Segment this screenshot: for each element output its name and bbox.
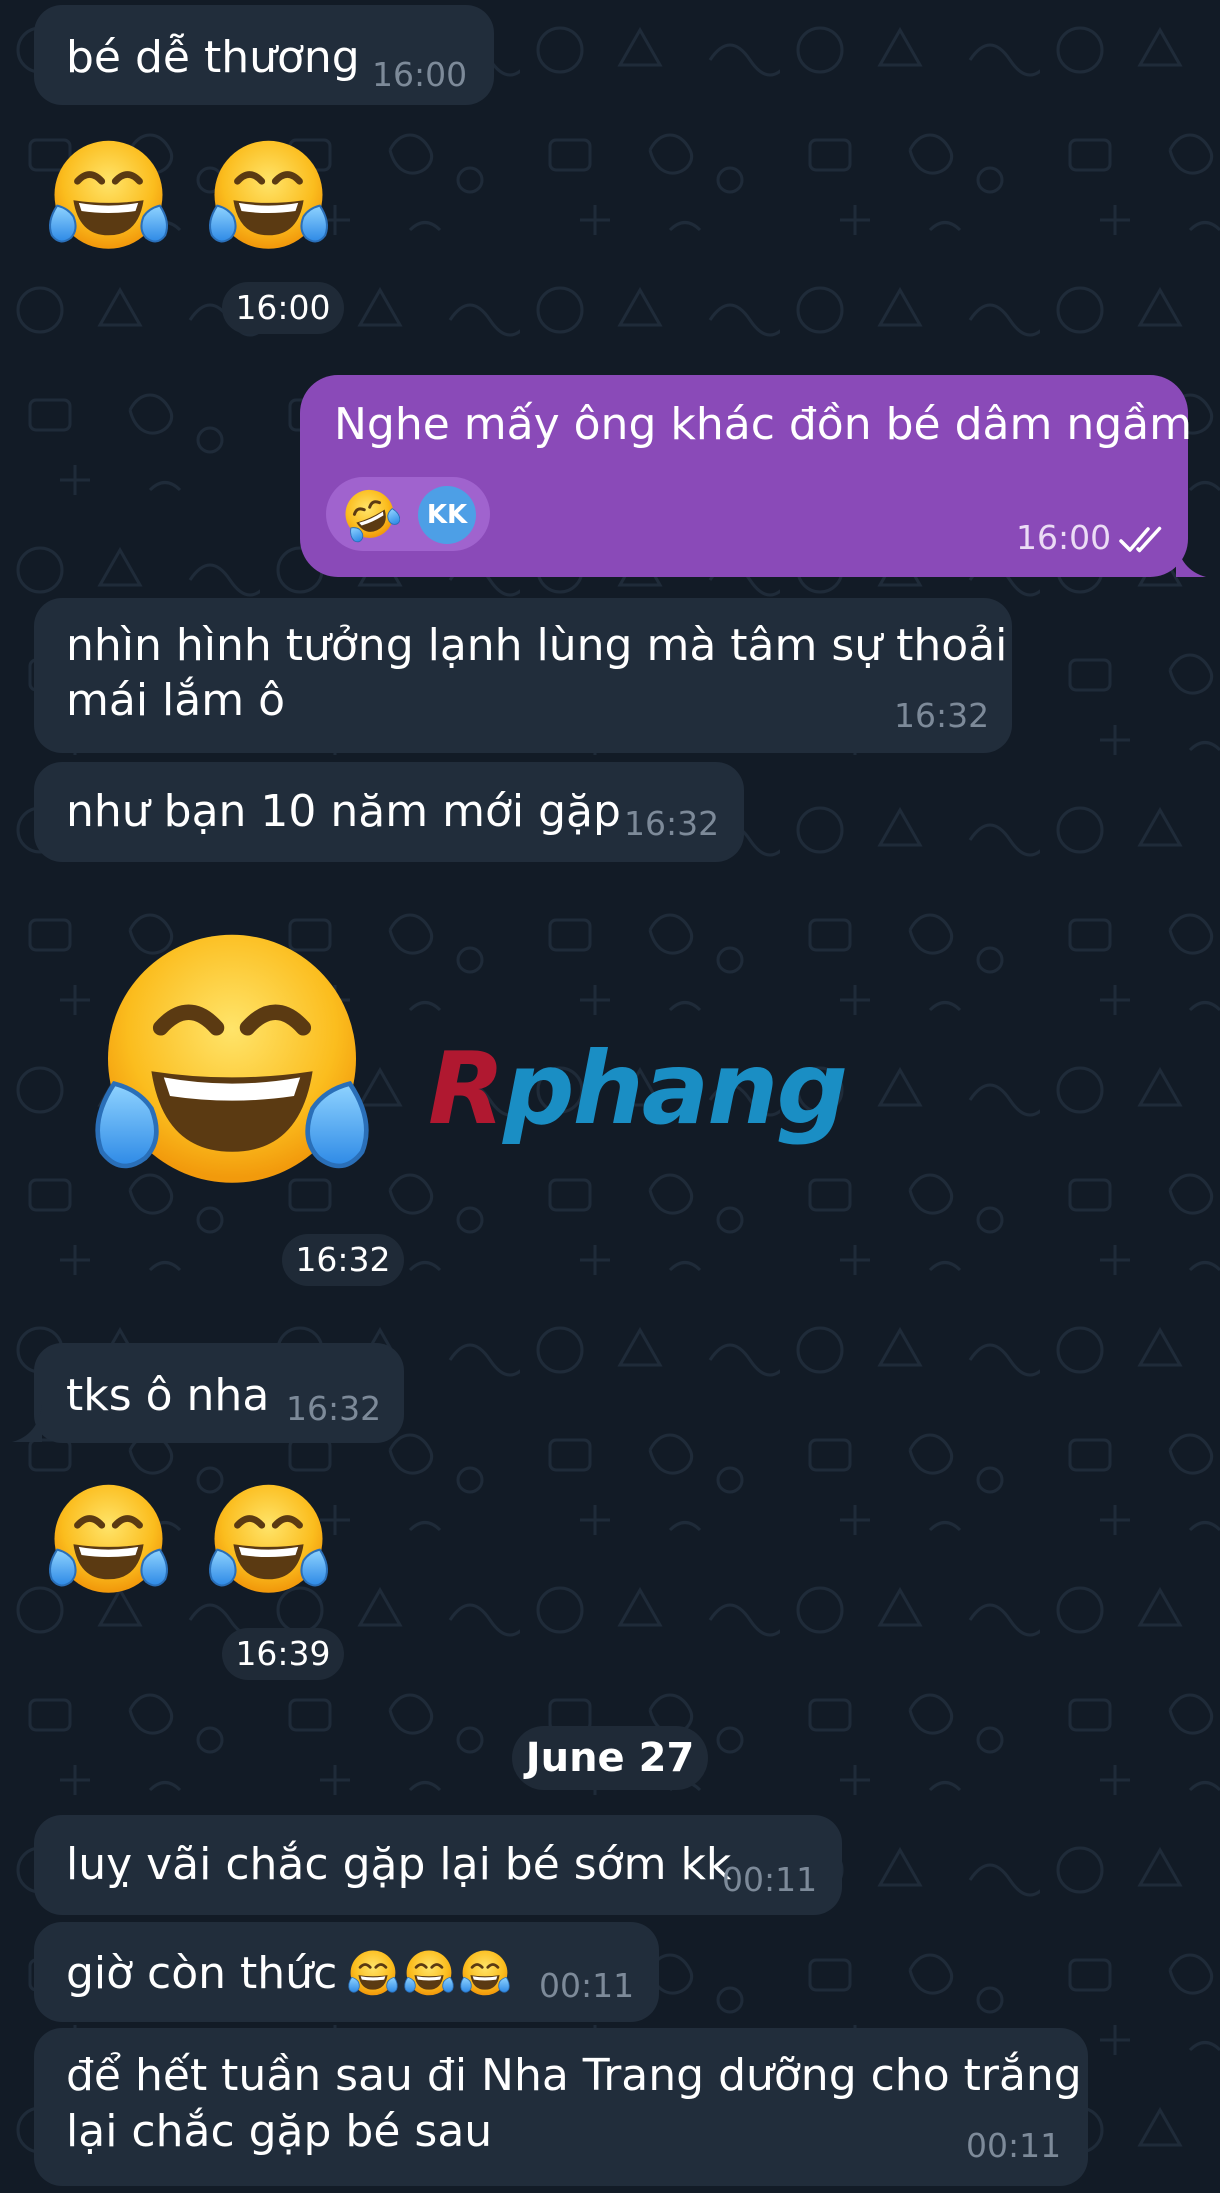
message-bubble-incoming[interactable]: luỵ vãi chắc gặp lại bé sớm kk 00:11 bbox=[34, 1815, 842, 1915]
message-time: 16:00 bbox=[1016, 518, 1112, 557]
message-text: giờ còn thức bbox=[66, 1948, 338, 1999]
message-time: 16:00 bbox=[222, 282, 344, 334]
message-bubble-incoming[interactable]: như bạn 10 năm mới gặp 16:32 bbox=[34, 762, 744, 862]
message-text-line: mái lắm ô bbox=[66, 675, 285, 726]
bubble-tail bbox=[1176, 540, 1206, 577]
message-bubble-incoming[interactable]: giờ còn thức 00:11 bbox=[34, 1922, 659, 2022]
message-bubble-incoming[interactable]: để hết tuần sau đi Nha Trang dưỡng cho t… bbox=[34, 2028, 1088, 2186]
message-text: luỵ vãi chắc gặp lại bé sớm kk bbox=[66, 1839, 732, 1890]
date-separator: June 27 bbox=[512, 1726, 708, 1790]
face-with-tears-of-joy-icon bbox=[403, 1949, 455, 1997]
face-with-tears-of-joy-icon bbox=[36, 130, 181, 265]
face-with-tears-of-joy-icon bbox=[459, 1949, 511, 1997]
message-text-line: nhìn hình tưởng lạnh lùng mà tâm sự thoả… bbox=[66, 620, 1008, 671]
message-time: 16:32 bbox=[624, 804, 720, 843]
message-time: 00:11 bbox=[966, 2126, 1062, 2165]
avatar: KK bbox=[418, 486, 476, 544]
message-text: bé dễ thương bbox=[66, 32, 360, 83]
bubble-tail bbox=[12, 1405, 42, 1442]
message-bubble-incoming[interactable]: bé dễ thương 16:00 bbox=[34, 5, 494, 105]
rolling-on-the-floor-laughing-icon bbox=[340, 485, 400, 545]
chat-area[interactable]: bé dễ thương 16:00 16:00 Nghe mấy ông kh… bbox=[0, 0, 1220, 2193]
watermark-logo: Rphang bbox=[428, 1030, 848, 1147]
message-bubble-incoming[interactable]: tks ô nha 16:32 bbox=[34, 1343, 404, 1443]
message-text: Nghe mấy ông khác đồn bé dâm ngầm bbox=[334, 399, 1192, 450]
message-text-line: để hết tuần sau đi Nha Trang dưỡng cho t… bbox=[66, 2050, 1082, 2101]
message-time: 00:11 bbox=[722, 1860, 818, 1899]
message-time: 16:32 bbox=[282, 1234, 404, 1286]
face-with-tears-of-joy-icon bbox=[196, 130, 341, 265]
message-text: tks ô nha bbox=[66, 1370, 270, 1421]
message-text-line: lại chắc gặp bé sau bbox=[66, 2106, 493, 2157]
message-bubble-incoming[interactable]: nhìn hình tưởng lạnh lùng mà tâm sự thoả… bbox=[34, 598, 1012, 753]
message-bubble-outgoing[interactable]: Nghe mấy ông khác đồn bé dâm ngầm KK 16:… bbox=[300, 375, 1192, 577]
message-time: 16:39 bbox=[222, 1628, 344, 1680]
face-with-tears-of-joy-icon bbox=[36, 1474, 181, 1609]
message-time: 16:32 bbox=[286, 1389, 382, 1428]
face-with-tears-of-joy-icon bbox=[196, 1474, 341, 1609]
message-time: 16:32 bbox=[894, 696, 990, 735]
message-time: 00:11 bbox=[539, 1966, 635, 2005]
double-check-icon bbox=[1119, 526, 1162, 553]
face-with-tears-of-joy-icon bbox=[62, 910, 402, 1220]
face-with-tears-of-joy-icon bbox=[347, 1949, 399, 1997]
reaction-chip[interactable]: KK bbox=[326, 477, 490, 551]
message-text: như bạn 10 năm mới gặp bbox=[66, 786, 621, 837]
message-time: 16:00 bbox=[372, 55, 468, 94]
